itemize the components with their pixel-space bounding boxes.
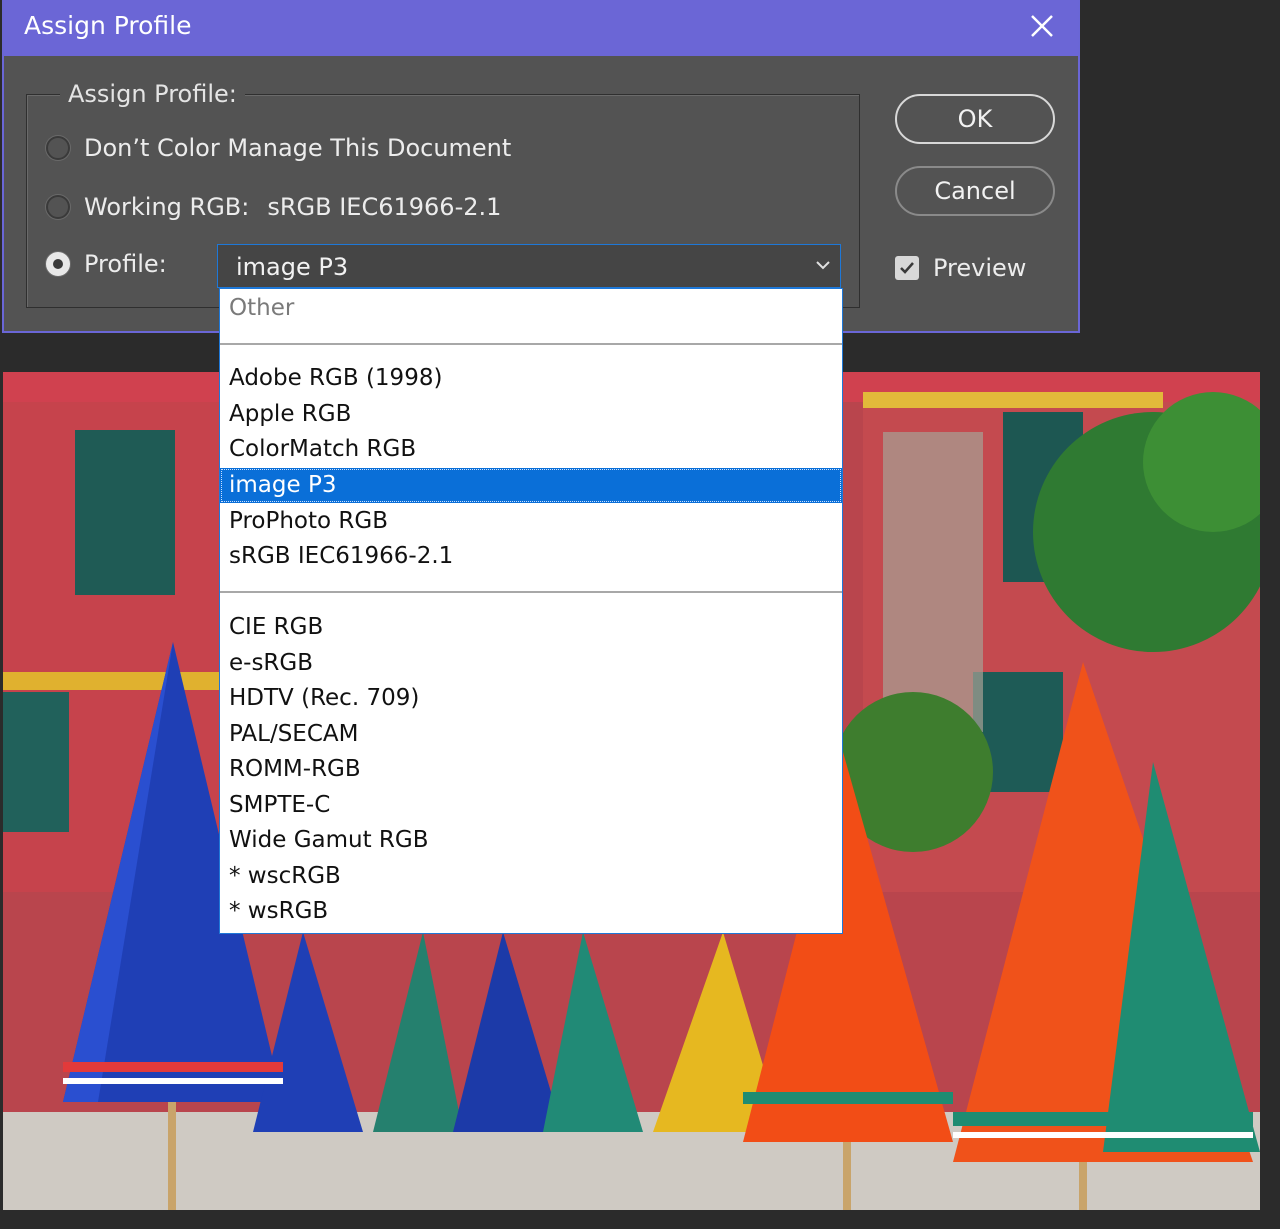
preview-checkbox-row[interactable]: Preview xyxy=(895,254,1026,282)
dropdown-item-selected[interactable]: image P3 xyxy=(220,468,842,503)
dropdown-item[interactable]: SMPTE-C xyxy=(220,788,842,823)
dropdown-item[interactable]: Adobe RGB (1998) xyxy=(220,361,842,396)
profile-select[interactable]: image P3 xyxy=(217,244,841,288)
dropdown-item[interactable]: * wscRGB xyxy=(220,859,842,894)
radio-button[interactable] xyxy=(46,136,70,160)
profile-select-value: image P3 xyxy=(236,253,349,281)
working-rgb-value: sRGB IEC61966-2.1 xyxy=(267,193,502,221)
dropdown-item[interactable]: * wsRGB xyxy=(220,894,842,929)
dropdown-header: Other xyxy=(229,295,295,321)
preview-checkbox[interactable] xyxy=(895,256,919,280)
dropdown-separator xyxy=(220,591,842,593)
checkmark-icon xyxy=(900,262,914,274)
close-button[interactable] xyxy=(1024,8,1060,44)
radio-profile[interactable]: Profile: xyxy=(46,247,167,281)
radio-button[interactable] xyxy=(46,195,70,219)
dropdown-item[interactable]: HDTV (Rec. 709) xyxy=(220,681,842,716)
dropdown-item[interactable]: CIE RGB xyxy=(220,610,842,645)
dropdown-item[interactable]: ColorMatch RGB xyxy=(220,432,842,467)
dropdown-item[interactable]: Apple RGB xyxy=(220,397,842,432)
dropdown-item[interactable]: ProPhoto RGB xyxy=(220,504,842,539)
radio-working-rgb[interactable]: Working RGB: sRGB IEC61966-2.1 xyxy=(46,190,501,224)
title-bar: Assign Profile xyxy=(4,0,1078,56)
cancel-button[interactable]: Cancel xyxy=(895,166,1055,216)
close-icon xyxy=(1031,15,1053,37)
dropdown-item[interactable]: PAL/SECAM xyxy=(220,717,842,752)
profile-dropdown-list: Other Adobe RGB (1998) Apple RGB ColorMa… xyxy=(219,288,843,934)
group-label: Assign Profile: xyxy=(60,80,245,108)
dropdown-separator xyxy=(220,343,842,345)
dropdown-item[interactable]: ROMM-RGB xyxy=(220,752,842,787)
dropdown-item[interactable]: sRGB IEC61966-2.1 xyxy=(220,539,842,574)
radio-label: Don’t Color Manage This Document xyxy=(84,134,512,162)
preview-label: Preview xyxy=(933,254,1027,282)
dialog-title: Assign Profile xyxy=(24,11,192,40)
chevron-down-icon xyxy=(816,261,830,270)
radio-label: Profile: xyxy=(84,250,167,278)
dropdown-item[interactable]: e-sRGB xyxy=(220,646,842,681)
dropdown-item[interactable]: Wide Gamut RGB xyxy=(220,823,842,858)
radio-dont-color-manage[interactable]: Don’t Color Manage This Document xyxy=(46,131,511,165)
radio-button-selected[interactable] xyxy=(46,252,70,276)
radio-label: Working RGB: xyxy=(84,193,250,221)
ok-button[interactable]: OK xyxy=(895,94,1055,144)
